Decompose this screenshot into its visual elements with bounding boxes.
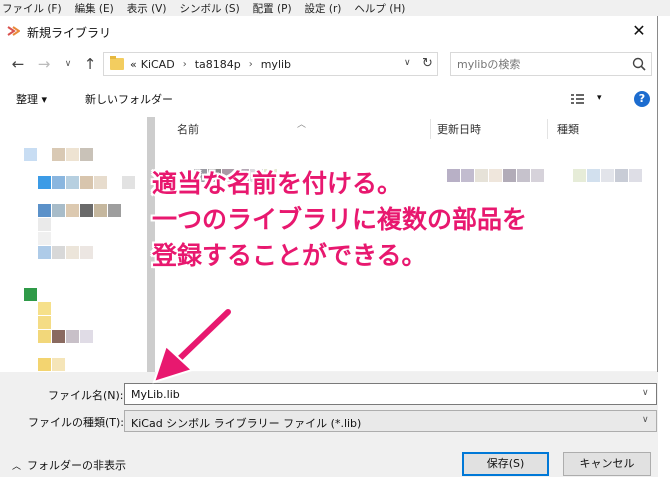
screen: ファイル (F) 編集 (E) 表示 (V) シンボル (S) 配置 (P) 設…	[0, 0, 670, 477]
blurred-nav-icon	[52, 358, 65, 371]
blurred-nav-icon	[80, 176, 93, 189]
kicad-app-icon	[7, 26, 20, 36]
filetype-selected-value: KiCad シンボル ライブラリー ファイル (*.lib)	[131, 417, 362, 430]
blurred-cell	[601, 169, 614, 182]
new-folder-button[interactable]: 新しいフォルダー	[85, 91, 173, 107]
breadcrumb-ta8184p[interactable]: ta8184p	[195, 58, 241, 71]
blurred-nav-icon	[80, 204, 93, 217]
blurred-cell	[587, 169, 600, 182]
address-dropdown-icon[interactable]: ∨	[404, 58, 411, 68]
cancel-button[interactable]: キャンセル	[563, 452, 651, 476]
blurred-nav-icon	[24, 148, 37, 161]
chevron-down-icon[interactable]: ∨	[642, 415, 649, 425]
search-icon[interactable]	[631, 56, 647, 72]
address-bar[interactable]: « KiCAD › ta8184p › mylib ∨ ↻	[103, 52, 438, 76]
navigation-pane[interactable]	[0, 117, 155, 387]
annotation-line-3: 登録することができる。	[152, 241, 427, 270]
blurred-nav-icon	[66, 246, 79, 259]
refresh-icon[interactable]: ↻	[422, 56, 433, 71]
breadcrumb-separator-icon[interactable]: ›	[183, 59, 187, 70]
folder-icon	[110, 56, 124, 70]
blurred-nav-icon	[52, 176, 65, 189]
dialog-title: 新規ライブラリ	[27, 26, 112, 40]
blurred-nav-icon	[38, 176, 51, 189]
annotation-arrow-icon	[152, 307, 233, 384]
menu-help[interactable]: ヘルプ (H)	[354, 1, 405, 16]
blurred-cell	[629, 169, 642, 182]
blurred-nav-icon	[52, 204, 65, 217]
chevron-up-icon: ︿	[12, 462, 22, 472]
blurred-nav-icon	[66, 204, 79, 217]
blurred-nav-icon	[24, 288, 37, 301]
blurred-nav-icon	[38, 218, 51, 231]
hide-folders-toggle[interactable]: ︿ フォルダーの非表示	[12, 457, 126, 473]
column-header-modified[interactable]: 更新日時	[437, 121, 481, 137]
breadcrumb-mylib[interactable]: mylib	[261, 58, 291, 71]
filename-panel: ファイル名(N): ∨ ファイルの種類(T): KiCad シンボル ライブラリ…	[0, 372, 658, 477]
view-dropdown-icon[interactable]: ▾	[597, 93, 602, 103]
close-icon[interactable]: ✕	[628, 20, 650, 42]
blurred-nav-icon	[122, 176, 135, 189]
blurred-nav-icon	[38, 302, 51, 315]
hide-folders-label: フォルダーの非表示	[27, 459, 127, 472]
column-header-name[interactable]: 名前	[177, 121, 199, 137]
help-icon[interactable]: ?	[634, 91, 650, 107]
sort-ascending-icon: ︿	[297, 120, 307, 130]
command-toolbar: 整理 ▾ 新しいフォルダー ▾ ?	[0, 88, 658, 110]
search-input[interactable]	[457, 57, 627, 72]
blurred-cell	[615, 169, 628, 182]
save-button[interactable]: 保存(S)	[462, 452, 549, 476]
breadcrumb-kicad[interactable]: KiCAD	[141, 58, 175, 71]
menu-settings[interactable]: 設定 (r)	[305, 1, 342, 16]
annotation-line-2: 一つのライブラリに複数の部品を	[152, 205, 528, 234]
menu-place[interactable]: 配置 (P)	[253, 1, 292, 16]
blurred-nav-icon	[38, 330, 51, 343]
chevron-down-icon[interactable]: ∨	[642, 388, 649, 398]
blurred-nav-icon	[66, 330, 79, 343]
blurred-nav-icon	[52, 330, 65, 343]
back-arrow-icon[interactable]: ←	[8, 54, 28, 74]
blurred-nav-icon	[52, 246, 65, 259]
blurred-nav-icon	[66, 148, 79, 161]
column-divider[interactable]	[430, 119, 431, 139]
blurred-nav-icon	[94, 176, 107, 189]
blurred-nav-icon	[80, 330, 93, 343]
blurred-cell	[531, 169, 544, 182]
filename-label: ファイル名(N):	[48, 389, 124, 402]
breadcrumb: « KiCAD › ta8184p › mylib	[130, 58, 291, 71]
blurred-nav-icon	[94, 204, 107, 217]
annotation-text: 適当な名前を付ける。 一つのライブラリに複数の部品を 登録することができる。	[152, 166, 527, 274]
blurred-nav-icon	[38, 316, 51, 329]
blurred-nav-icon	[52, 148, 65, 161]
blurred-nav-icon	[66, 176, 79, 189]
filetype-select[interactable]: KiCad シンボル ライブラリー ファイル (*.lib) ∨	[124, 410, 657, 432]
blurred-cell	[573, 169, 586, 182]
annotation-line-1: 適当な名前を付ける。	[152, 169, 403, 198]
blurred-nav-icon	[38, 204, 51, 217]
breadcrumb-separator-icon[interactable]: ›	[249, 59, 253, 70]
filetype-label: ファイルの種類(T):	[28, 416, 125, 429]
dialog-titlebar: 新規ライブラリ ✕	[0, 16, 658, 46]
blurred-nav-icon	[38, 232, 51, 245]
column-header-type[interactable]: 種類	[557, 121, 579, 137]
blurred-nav-icon	[80, 246, 93, 259]
blurred-nav-icon	[38, 246, 51, 259]
menu-file[interactable]: ファイル (F)	[2, 1, 62, 16]
search-box[interactable]	[450, 52, 652, 76]
blurred-nav-icon	[38, 358, 51, 371]
view-options-icon[interactable]	[570, 92, 588, 106]
up-arrow-icon[interactable]: ↑	[80, 54, 100, 74]
blurred-nav-icon	[108, 204, 121, 217]
menu-symbol[interactable]: シンボル (S)	[179, 1, 239, 16]
organize-button[interactable]: 整理 ▾	[16, 91, 47, 107]
parent-menubar: ファイル (F) 編集 (E) 表示 (V) シンボル (S) 配置 (P) 設…	[0, 0, 670, 16]
navigation-row: ← → ∨ ↑ « KiCAD › ta8184p › mylib ∨ ↻	[0, 52, 658, 78]
recent-dropdown-icon[interactable]: ∨	[58, 54, 78, 74]
blurred-nav-icon	[80, 148, 93, 161]
column-divider[interactable]	[547, 119, 548, 139]
menu-view[interactable]: 表示 (V)	[127, 1, 167, 16]
breadcrumb-overflow[interactable]: «	[130, 58, 137, 71]
forward-arrow-icon[interactable]: →	[34, 54, 54, 74]
menu-edit[interactable]: 編集 (E)	[75, 1, 114, 16]
